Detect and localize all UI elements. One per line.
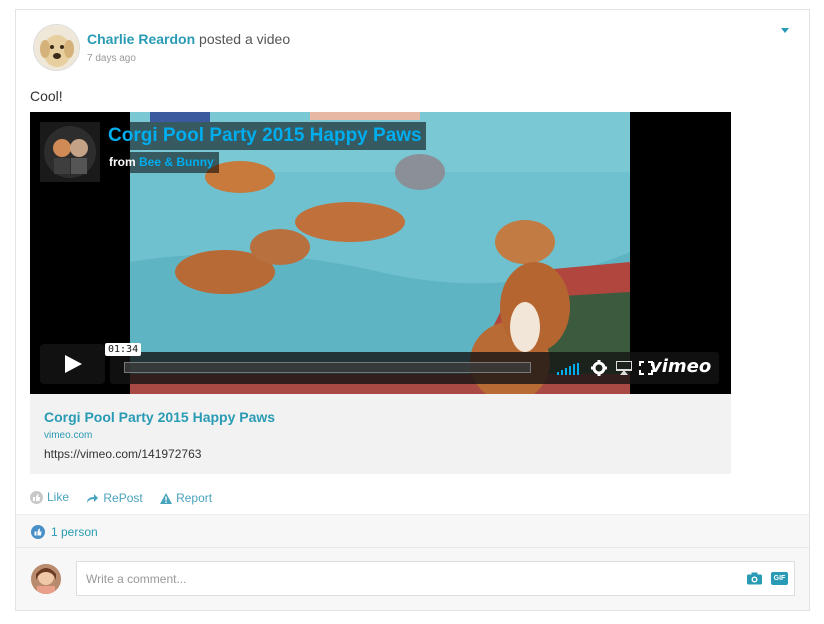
link-preview-url: https://vimeo.com/141972763 <box>44 447 202 461</box>
comment-input[interactable] <box>77 562 737 595</box>
play-icon <box>65 355 82 373</box>
repost-button[interactable]: RePost <box>86 491 143 505</box>
post-header: Charlie Reardon posted a video <box>87 31 290 47</box>
settings-gear-icon[interactable] <box>591 360 607 376</box>
comment-area: GIF <box>16 548 809 610</box>
likes-bar: 1 person <box>16 514 809 548</box>
volume-icon[interactable] <box>557 363 581 375</box>
video-byline: from Bee & Bunny <box>104 152 219 173</box>
report-label: Report <box>176 491 213 505</box>
repost-arrow-icon <box>87 493 99 503</box>
post-actions: Like RePost Report <box>30 490 226 507</box>
play-button[interactable] <box>40 344 105 384</box>
like-label: Like <box>47 490 70 504</box>
video-title-link[interactable]: Corgi Pool Party 2015 Happy Paws <box>104 122 426 150</box>
thumbs-up-icon <box>31 525 45 539</box>
gif-button[interactable]: GIF <box>771 572 788 585</box>
likes-count-link[interactable]: 1 person <box>31 525 98 539</box>
link-preview-title[interactable]: Corgi Pool Party 2015 Happy Paws <box>44 409 275 425</box>
progress-bar[interactable] <box>124 362 531 373</box>
comment-input-wrapper: GIF <box>76 561 795 596</box>
camera-icon[interactable] <box>747 572 762 585</box>
channel-thumbnail[interactable] <box>40 122 100 182</box>
repost-label: RePost <box>103 491 143 505</box>
airplay-icon[interactable] <box>616 361 632 375</box>
post-options-caret-icon[interactable] <box>781 28 789 33</box>
link-preview-domain[interactable]: vimeo.com <box>44 430 92 441</box>
link-preview: Corgi Pool Party 2015 Happy Paws vimeo.c… <box>30 394 731 474</box>
likes-count-label: 1 person <box>51 525 98 539</box>
video-time: 01:34 <box>105 343 142 356</box>
author-avatar[interactable] <box>33 24 80 71</box>
like-icon <box>30 490 43 504</box>
post-timestamp[interactable]: 7 days ago <box>87 53 136 64</box>
from-label: from <box>109 155 136 169</box>
post-text: Cool! <box>30 88 63 104</box>
report-button[interactable]: Report <box>160 491 212 505</box>
post-action-text: posted a video <box>199 31 291 47</box>
like-button[interactable]: Like <box>30 490 69 504</box>
vimeo-logo[interactable]: vimeo <box>650 356 711 377</box>
post-card: Charlie Reardon posted a video 7 days ag… <box>15 9 810 611</box>
video-player[interactable]: Corgi Pool Party 2015 Happy Paws from Be… <box>30 112 731 394</box>
current-user-avatar[interactable] <box>31 564 61 594</box>
channel-link[interactable]: Bee & Bunny <box>139 155 214 169</box>
video-controls: vimeo <box>110 352 719 384</box>
author-name[interactable]: Charlie Reardon <box>87 31 195 47</box>
warning-triangle-icon <box>160 492 173 504</box>
